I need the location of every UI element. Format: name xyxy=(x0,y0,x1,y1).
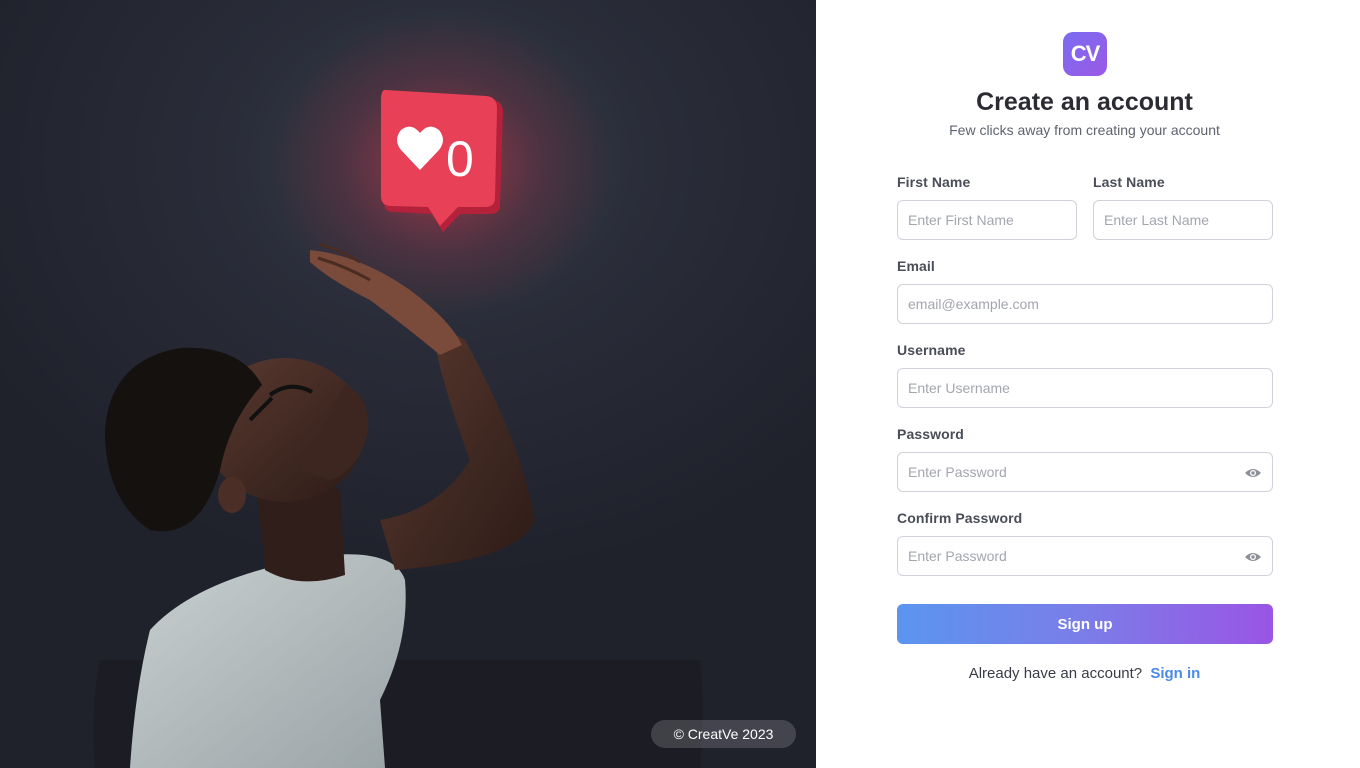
eye-icon[interactable] xyxy=(1244,465,1262,481)
last-name-label: Last Name xyxy=(1093,174,1165,190)
last-name-input[interactable] xyxy=(1094,201,1272,239)
sign-in-prompt: Already have an account? Sign in xyxy=(816,665,1353,682)
username-label: Username xyxy=(897,342,966,358)
brand-logo: CV xyxy=(1063,32,1107,76)
username-input[interactable] xyxy=(898,369,1272,407)
username-field xyxy=(897,368,1273,408)
first-name-input[interactable] xyxy=(898,201,1076,239)
sign-up-button[interactable]: Sign up xyxy=(897,604,1273,644)
first-name-field xyxy=(897,200,1077,240)
like-badge: 0 xyxy=(381,89,503,233)
signup-panel: CV Create an account Few clicks away fro… xyxy=(816,0,1360,768)
confirm-password-input[interactable] xyxy=(898,537,1272,575)
last-name-field xyxy=(1093,200,1273,240)
hero-image: 0 © CreatVe 2023 xyxy=(0,0,816,768)
password-label: Password xyxy=(897,426,964,442)
email-field xyxy=(897,284,1273,324)
confirm-password-label: Confirm Password xyxy=(897,510,1023,526)
email-input[interactable] xyxy=(898,285,1272,323)
sign-in-link[interactable]: Sign in xyxy=(1150,665,1200,682)
page-title: Create an account xyxy=(976,88,1193,116)
sign-in-prompt-text: Already have an account? xyxy=(968,665,1143,682)
page-subtitle: Few clicks away from creating your accou… xyxy=(949,122,1220,138)
email-label: Email xyxy=(897,258,935,274)
like-count: 0 xyxy=(446,131,474,187)
first-name-label: First Name xyxy=(897,174,971,190)
password-input[interactable] xyxy=(898,453,1272,491)
confirm-password-field xyxy=(897,536,1273,576)
password-field xyxy=(897,452,1273,492)
copyright-badge: © CreatVe 2023 xyxy=(651,720,796,748)
hero-illustration: 0 xyxy=(93,15,703,768)
eye-icon[interactable] xyxy=(1244,549,1262,565)
